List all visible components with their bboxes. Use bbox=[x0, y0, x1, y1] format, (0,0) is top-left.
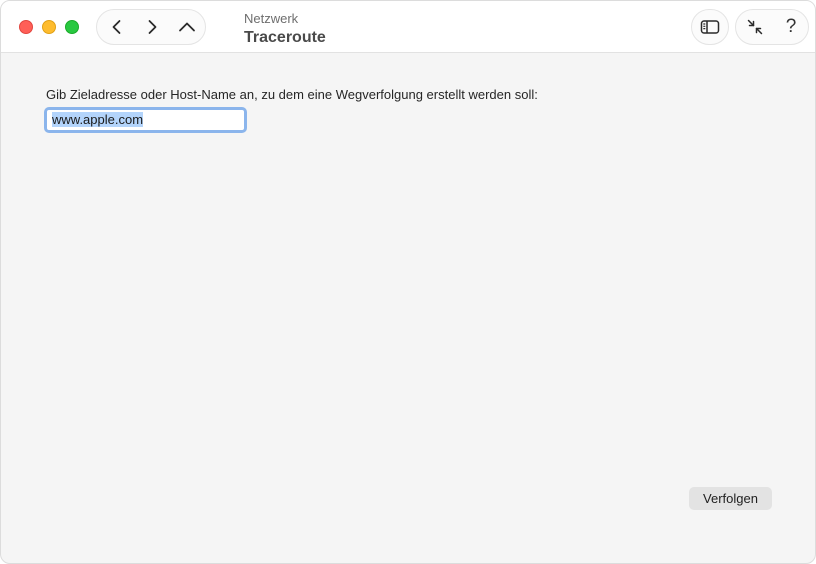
help-button[interactable]: ? bbox=[774, 10, 808, 44]
host-input[interactable]: www.apple.com bbox=[47, 110, 244, 130]
window-subtitle: Netzwerk bbox=[244, 11, 299, 26]
navigation-group bbox=[96, 9, 206, 45]
trace-button[interactable]: Verfolgen bbox=[689, 487, 772, 510]
window-actions-group: ? bbox=[735, 9, 809, 45]
forward-button[interactable] bbox=[134, 10, 170, 44]
host-prompt-label: Gib Zieladresse oder Host-Name an, zu de… bbox=[46, 87, 538, 102]
up-button[interactable] bbox=[169, 10, 205, 44]
shrink-window-button[interactable] bbox=[738, 10, 772, 44]
toggle-sidebar-button[interactable] bbox=[691, 9, 729, 45]
chevron-right-icon bbox=[148, 20, 157, 34]
chevron-left-icon bbox=[112, 20, 121, 34]
window-titles: Netzwerk Traceroute bbox=[244, 11, 326, 48]
window-title: Traceroute bbox=[244, 29, 326, 46]
sidebar-icon bbox=[700, 20, 720, 34]
minimize-window-button[interactable] bbox=[42, 20, 56, 34]
shrink-arrows-icon bbox=[747, 19, 763, 35]
traceroute-content: Gib Zieladresse oder Host-Name an, zu de… bbox=[1, 53, 815, 563]
host-input-value: www.apple.com bbox=[52, 112, 144, 127]
zoom-window-button[interactable] bbox=[65, 20, 79, 34]
traceroute-window: Netzwerk Traceroute ? Gib Zieladresse od… bbox=[0, 0, 816, 564]
chevron-up-icon bbox=[179, 22, 195, 32]
close-window-button[interactable] bbox=[19, 20, 33, 34]
toolbar: Netzwerk Traceroute ? bbox=[1, 1, 815, 53]
host-input-focus-ring: www.apple.com bbox=[44, 107, 247, 133]
back-button[interactable] bbox=[99, 10, 135, 44]
